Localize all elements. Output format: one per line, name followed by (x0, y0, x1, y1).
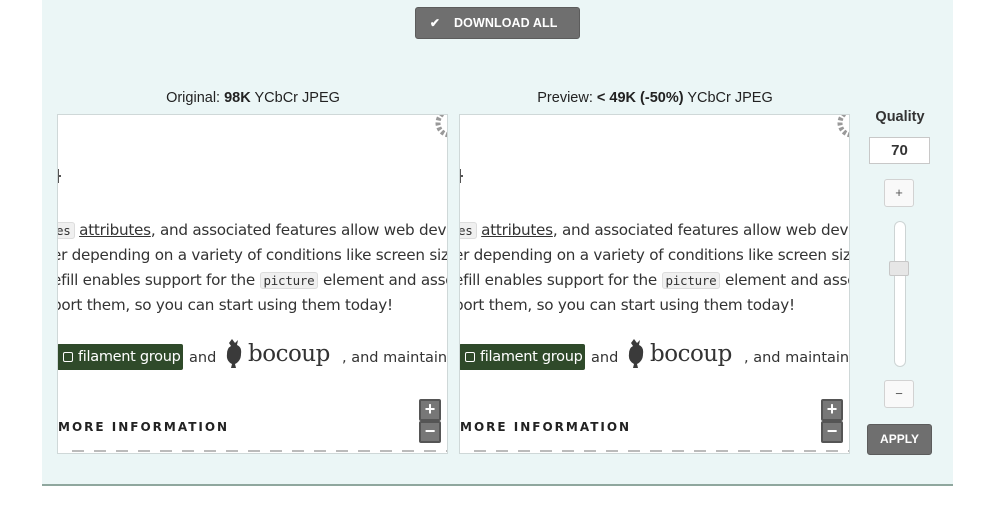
heading-fragment (58, 169, 63, 183)
clipped-text-line (474, 450, 849, 452)
original-image-viewport[interactable]: es attributes, and associated features a… (57, 114, 448, 454)
original-zoom-in-button[interactable]: + (419, 399, 441, 421)
filament-group-logo: filament group (460, 344, 585, 370)
apply-button[interactable]: APPLY (867, 424, 932, 455)
content-line-4: port them, so you can start using them t… (459, 296, 795, 314)
content-line-3: efill enables support for the picture el… (459, 271, 849, 289)
preview-caption-prefix: Preview: (537, 90, 597, 106)
download-all-label: DOWNLOAD ALL (454, 16, 558, 30)
clipped-text-line (72, 450, 447, 452)
check-icon: ✔ (429, 16, 441, 30)
content-line-3-post: element and associ (725, 271, 849, 289)
content-line-1: es attributes, and associated features a… (460, 221, 850, 239)
maintained-text: , and maintained (342, 350, 448, 366)
content-line-3-pre: efill enables support for the (57, 271, 260, 289)
preview-zoom-in-button[interactable]: + (821, 399, 843, 421)
preview-format: YCbCr JPEG (683, 90, 773, 106)
more-information-heading: MORE INFORMATION (58, 420, 230, 434)
original-size: 98K (224, 90, 251, 106)
original-caption: Original: 98K YCbCr JPEG (58, 90, 448, 106)
filament-square-icon (465, 352, 475, 362)
content-line-3-pre: efill enables support for the (459, 271, 662, 289)
content-line-1-text: , and associated features allow web deve… (552, 221, 850, 239)
preview-size: < 49K (-50%) (596, 90, 684, 106)
original-caption-prefix: Original: (166, 90, 225, 106)
quality-input[interactable] (869, 137, 930, 164)
content-line-2: er depending on a variety of conditions … (459, 246, 850, 264)
filament-group-label: filament group (480, 349, 583, 365)
more-information-heading: MORE INFORMATION (460, 420, 632, 434)
and-text: and (189, 350, 217, 366)
inline-code-fragment: es (460, 222, 477, 239)
quality-label: Quality (875, 109, 925, 125)
content-line-1: es attributes, and associated features a… (58, 221, 448, 239)
preview-zoom-out-button[interactable]: − (821, 421, 843, 443)
heading-fragment (460, 169, 465, 183)
quality-increase-button[interactable]: + (884, 179, 914, 207)
filament-group-label: filament group (78, 349, 181, 365)
original-format: YCbCr JPEG (250, 90, 340, 106)
gear-icon (837, 115, 849, 138)
original-image-content: es attributes, and associated features a… (57, 115, 448, 453)
preview-image-content: es attributes, and associated features a… (459, 115, 850, 453)
preview-caption: Preview: < 49K (-50%) YCbCr JPEG (460, 90, 850, 106)
download-all-button[interactable]: ✔ DOWNLOAD ALL (415, 7, 580, 39)
content-line-2: er depending on a variety of conditions … (57, 246, 448, 264)
content-line-3-post: element and associ (323, 271, 447, 289)
maintained-text: , and maintained (744, 350, 850, 366)
gear-icon (435, 115, 447, 138)
and-text: and (591, 350, 619, 366)
attributes-link[interactable]: attributes (481, 221, 553, 239)
picture-code: picture (661, 272, 721, 289)
quality-slider[interactable] (894, 221, 906, 367)
original-zoom-out-button[interactable]: − (419, 421, 441, 443)
rooster-icon (628, 339, 644, 368)
attributes-link[interactable]: attributes (79, 221, 151, 239)
rooster-icon (226, 339, 242, 368)
panel-divider (42, 484, 953, 486)
quality-slider-handle[interactable] (889, 261, 909, 276)
picture-code: picture (259, 272, 319, 289)
preview-image-viewport[interactable]: es attributes, and associated features a… (459, 114, 850, 454)
content-line-3: efill enables support for the picture el… (57, 271, 447, 289)
inline-code-fragment: es (58, 222, 75, 239)
filament-group-logo: filament group (58, 344, 183, 370)
bocoup-logo-text: bocoup (248, 341, 330, 367)
bocoup-logo-text: bocoup (650, 341, 732, 367)
content-line-4: port them, so you can start using them t… (57, 296, 393, 314)
filament-square-icon (63, 352, 73, 362)
content-line-1-text: , and associated features allow web deve… (150, 221, 448, 239)
quality-decrease-button[interactable]: − (884, 380, 914, 408)
